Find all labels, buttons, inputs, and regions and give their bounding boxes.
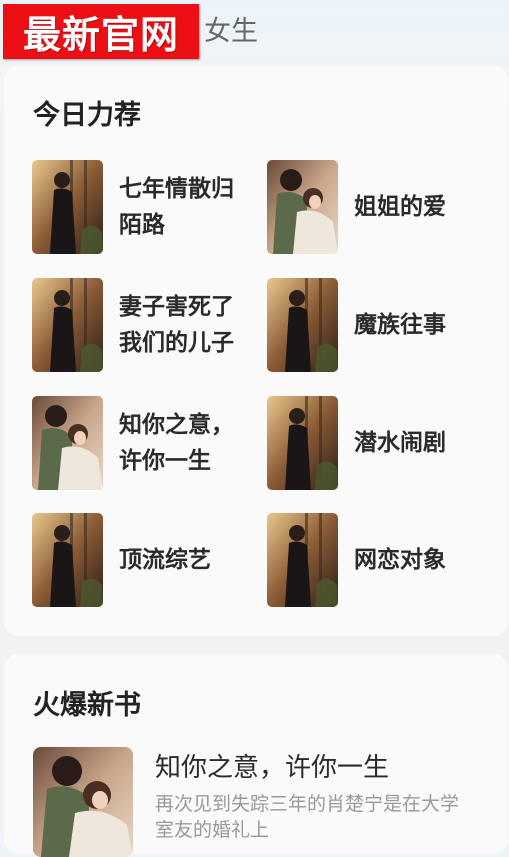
book-item[interactable]: 妻子害死了我们的儿子 [32,278,262,372]
book-title: 七年情散归陌路 [119,176,234,238]
book-item[interactable]: 顶流综艺 [32,513,262,607]
book-title: 顶流综艺 [119,547,211,573]
book-item[interactable]: 七年情散归陌路 [32,160,262,254]
recommend-section-title: 今日力荐 [33,100,141,131]
featured-book[interactable]: 知你之意，许你一生 再次见到失踪三年的肖楚宁是在大学室友的婚礼上 [33,747,493,857]
book-title: 妻子害死了我们的儿子 [119,294,234,356]
book-title: 知你之意，许你一生 [119,412,234,474]
book-cover [32,396,103,490]
book-item[interactable]: 网恋对象 [267,513,497,607]
book-title: 潜水闹剧 [354,430,446,456]
book-cover [32,160,103,254]
book-cover [32,513,103,607]
book-cover [267,513,338,607]
featured-book-cover [33,747,133,857]
tab-female[interactable]: 女生 [204,9,258,48]
hot-section-title: 火爆新书 [33,690,141,721]
featured-book-title: 知你之意，许你一生 [155,753,390,783]
book-item[interactable]: 姐姐的爱 [267,160,497,254]
book-item[interactable]: 潜水闹剧 [267,396,497,490]
book-item[interactable]: 知你之意，许你一生 [32,396,262,490]
book-title: 姐姐的爱 [354,194,446,220]
hot-section: 火爆新书 知你之意，许你一生 再次见到失踪三年的肖楚宁是在大学室友的婚礼上 [4,654,508,857]
book-cover [267,160,338,254]
book-title: 魔族往事 [354,312,446,338]
book-cover [32,278,103,372]
site-logo-text: 最新官网 [22,13,179,57]
site-logo[interactable]: 最新官网 [3,4,199,59]
book-cover [267,278,338,372]
book-item[interactable]: 魔族往事 [267,278,497,372]
book-cover [267,396,338,490]
book-title: 网恋对象 [354,547,446,573]
recommend-section: 今日力荐 七年情散归陌路 姐姐的爱 妻子害死了我们的儿子 魔族往事 知你之意，许… [4,66,508,636]
top-bar: 最新官网 女生 [0,0,509,62]
featured-book-description: 再次见到失踪三年的肖楚宁是在大学室友的婚礼上 [155,793,460,841]
